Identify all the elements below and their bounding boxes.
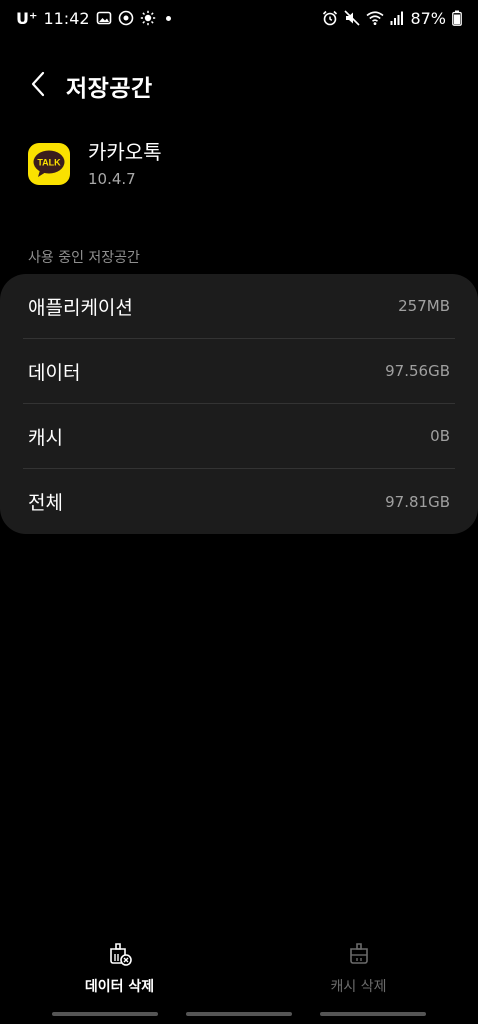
status-bar-right: 87% — [322, 9, 462, 28]
alarm-icon — [322, 10, 338, 26]
row-value: 257MB — [398, 297, 450, 315]
storage-card: 애플리케이션 257MB 데이터 97.56GB 캐시 0B 전체 97.81G… — [0, 274, 478, 534]
wifi-icon — [366, 10, 384, 26]
storage-screen: U⁺ 11:42 87% 저장공간 TALK 카카오톡 10.4.7 사용 중인… — [0, 0, 478, 1024]
app-name: 카카오톡 — [88, 140, 162, 164]
app-info: TALK 카카오톡 10.4.7 — [28, 138, 162, 190]
clear-data-button[interactable]: 데이터 삭제 — [0, 940, 239, 1010]
talk-text: TALK — [37, 158, 61, 168]
header: 저장공간 — [0, 62, 478, 110]
clear-data-label: 데이터 삭제 — [84, 979, 155, 995]
signal-icon — [390, 10, 404, 26]
carrier-label: U⁺ — [16, 8, 38, 28]
status-bar-left: U⁺ 11:42 — [16, 9, 171, 28]
row-label: 애플리케이션 — [28, 296, 133, 319]
app-text: 카카오톡 10.4.7 — [88, 138, 162, 190]
back-button[interactable] — [14, 62, 62, 110]
row-value: 0B — [430, 427, 450, 445]
more-notifications-dot — [165, 15, 171, 21]
brightness-icon — [140, 10, 156, 26]
kakaotalk-app-icon: TALK — [28, 143, 70, 185]
section-label: 사용 중인 저장공간 — [28, 250, 140, 266]
storage-row-data: 데이터 97.56GB — [23, 339, 455, 404]
chevron-left-icon — [30, 71, 46, 101]
clear-cache-label: 캐시 삭제 — [330, 979, 387, 995]
storage-row-cache: 캐시 0B — [23, 404, 455, 469]
row-label: 캐시 — [28, 426, 63, 449]
nav-back-handle[interactable] — [320, 1012, 426, 1016]
row-label: 전체 — [28, 492, 63, 514]
row-value: 97.56GB — [385, 362, 450, 380]
gallery-icon — [96, 10, 112, 26]
app-notification-icon — [118, 10, 134, 26]
mute-icon — [344, 10, 361, 26]
row-label: 데이터 — [28, 361, 81, 384]
clear-cache-button[interactable]: 캐시 삭제 — [239, 940, 478, 1010]
storage-row-total: 전체 97.81GB — [23, 469, 455, 534]
row-value: 97.81GB — [385, 492, 450, 511]
battery-icon — [452, 10, 462, 26]
bottom-actions: 데이터 삭제 캐시 삭제 — [0, 940, 478, 1010]
nav-home-handle[interactable] — [186, 1012, 292, 1016]
status-bar: U⁺ 11:42 87% — [0, 0, 478, 36]
clear-data-icon — [106, 940, 134, 968]
battery-percent: 87% — [410, 8, 446, 28]
app-version: 10.4.7 — [88, 170, 136, 188]
clock: 11:42 — [43, 8, 90, 28]
navigation-bar — [0, 1012, 478, 1020]
page-title: 저장공간 — [66, 76, 153, 102]
nav-recents-handle[interactable] — [52, 1012, 158, 1016]
storage-row-application: 애플리케이션 257MB — [23, 274, 455, 339]
clear-cache-icon — [345, 940, 373, 968]
